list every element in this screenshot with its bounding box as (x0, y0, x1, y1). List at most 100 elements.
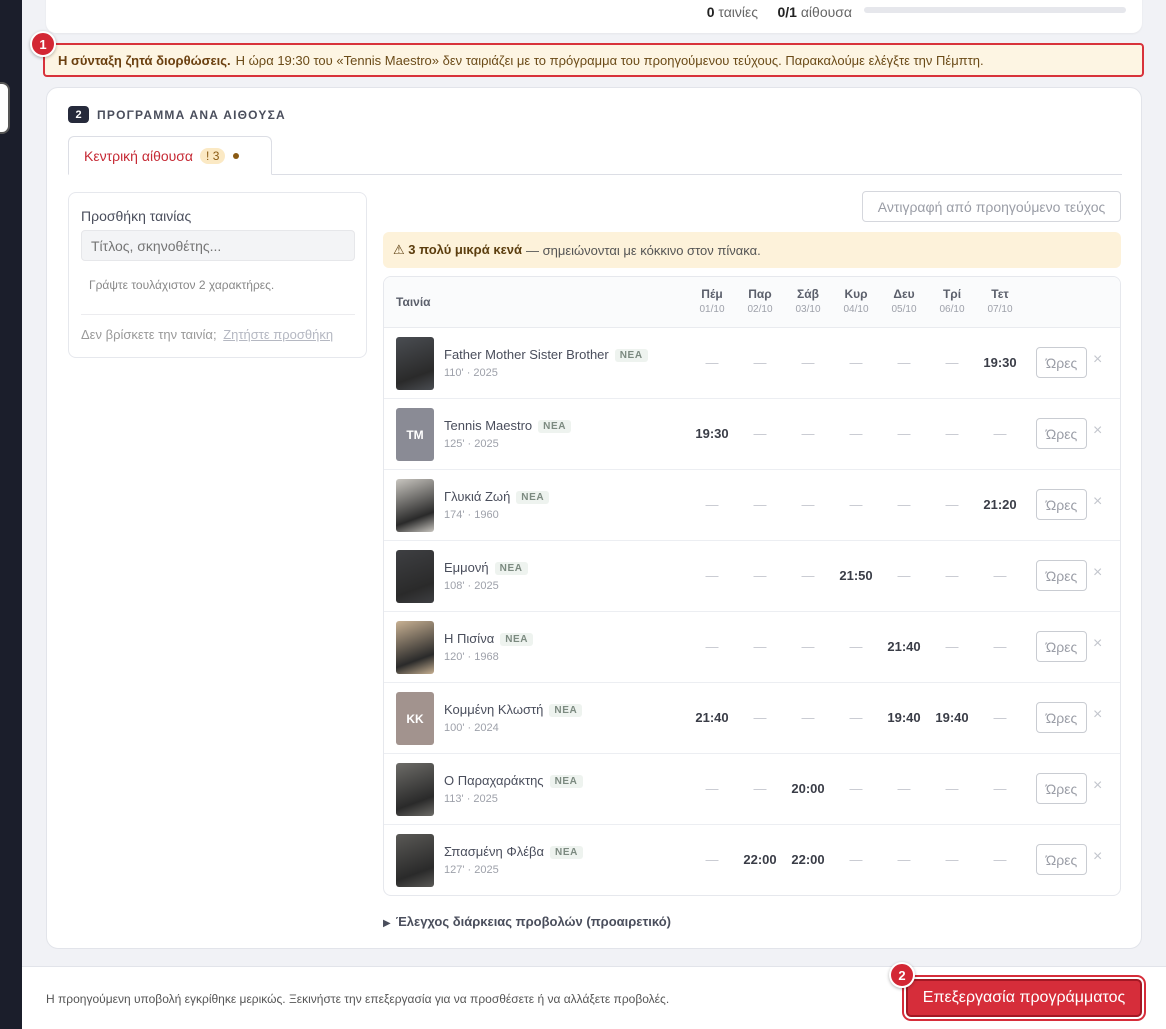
new-badge: ΝΕΑ (500, 633, 534, 646)
empty-cell: — (897, 426, 911, 441)
hours-button[interactable]: Ώρες (1036, 773, 1087, 804)
edit-schedule-button[interactable]: Επεξεργασία προγράμματος (906, 979, 1142, 1017)
empty-cell: — (945, 568, 959, 583)
empty-cell: — (753, 355, 767, 370)
table-row: Γλυκιά Ζωή ΝΕΑ 174' · 1960 — — — — — — 21:20 Ώρες × (384, 470, 1120, 541)
copy-previous-button[interactable]: Αντιγραφή από προηγούμενο τεύχος (862, 191, 1121, 222)
day-name: Πέμ (701, 287, 723, 301)
empty-cell: — (897, 568, 911, 583)
poster-initials: ΚΚ (396, 692, 434, 745)
remove-icon[interactable]: × (1093, 422, 1102, 440)
remove-icon[interactable]: × (1093, 848, 1102, 866)
empty-cell: — (753, 568, 767, 583)
empty-cell: — (801, 710, 815, 725)
empty-cell: — (849, 426, 863, 441)
empty-cell: — (945, 497, 959, 512)
empty-cell: — (705, 852, 719, 867)
remove-icon[interactable]: × (1093, 777, 1102, 795)
films-count: 0 (706, 4, 715, 20)
day-header: Τρί 06/10 (929, 287, 975, 315)
warning-text: — σημειώνονται με κόκκινο στον πίνακα. (525, 242, 761, 258)
day-header: Παρ 02/10 (737, 287, 783, 315)
warning-bold-text: 3 πολύ μικρά κενά (408, 242, 522, 257)
day-date: 07/10 (987, 304, 1013, 315)
table-row: Ο Παραχαράκτης ΝΕΑ 113' · 2025 — — 20:00 — — — — Ώ… (384, 754, 1120, 825)
empty-cell: — (753, 497, 767, 512)
film-title-text: Tennis Maestro (444, 418, 533, 433)
film-title-text: Ο Παραχαράκτης (444, 773, 544, 788)
alert-message: Η ώρα 19:30 του «Tennis Maestro» δεν ται… (235, 52, 984, 68)
empty-cell: — (849, 639, 863, 654)
empty-cell: — (849, 355, 863, 370)
empty-cell: — (801, 355, 815, 370)
day-header: Δευ 05/10 (881, 287, 927, 315)
alert-title: Η σύνταξη ζητά διορθώσεις. (58, 52, 231, 68)
poster-initials: TM (396, 408, 434, 461)
schedule-table: Ταινία Πέμ 01/10 Παρ 02/10 Σάβ 03/10 Κυρ 04/10 Δ… (383, 276, 1121, 896)
section-number: 2 (68, 106, 89, 123)
schedule-card: 2 ΠΡΟΓΡΑΜΜΑ ΑΝΑ ΑΙΘΟΥΣΑ Κεντρική αίθουσα… (46, 87, 1142, 949)
step-badge-1: 1 (30, 31, 56, 57)
film-title: Η Πισίνα ΝΕΑ (444, 631, 534, 647)
film-meta: 174' · 1960 (444, 509, 499, 521)
hours-button[interactable]: Ώρες (1036, 489, 1087, 520)
film-poster (396, 621, 434, 674)
new-badge: ΝΕΑ (549, 704, 583, 717)
remove-icon[interactable]: × (1093, 493, 1102, 511)
new-badge: ΝΕΑ (538, 420, 572, 433)
day-date: 04/10 (843, 304, 869, 315)
film-meta: 100' · 2024 (444, 722, 499, 734)
empty-cell: — (849, 710, 863, 725)
hours-button[interactable]: Ώρες (1036, 631, 1087, 662)
empty-cell: — (945, 639, 959, 654)
table-row: Σπασμένη Φλέβα ΝΕΑ 127' · 2025 — 22:00 22:00 —… (384, 825, 1120, 895)
hours-button[interactable]: Ώρες (1036, 560, 1087, 591)
warning-bold: ⚠ 3 πολύ μικρά κενά (393, 242, 522, 258)
empty-cell: — (897, 355, 911, 370)
empty-cell: — (993, 639, 1007, 654)
empty-cell: — (849, 497, 863, 512)
day-name: Δευ (893, 287, 915, 301)
film-poster: TM (396, 408, 434, 461)
film-poster (396, 550, 434, 603)
hours-button[interactable]: Ώρες (1036, 844, 1087, 875)
remove-icon[interactable]: × (1093, 635, 1102, 653)
day-date: 01/10 (699, 304, 725, 315)
remove-icon[interactable]: × (1093, 351, 1102, 369)
sidebar-toggle[interactable] (0, 82, 10, 134)
duration-check-toggle[interactable]: ▶ Έλεγχος διάρκειας προβολών (προαιρετικό… (383, 914, 671, 929)
hours-button[interactable]: Ώρες (1036, 347, 1087, 378)
showtime-cell: 21:40 (887, 639, 921, 654)
add-film-hint: Γράψτε τουλάχιστον 2 χαρακτήρες. (89, 278, 275, 292)
hours-button[interactable]: Ώρες (1036, 702, 1087, 733)
tab-status-dot (233, 152, 240, 159)
film-meta: 120' · 1968 (444, 651, 499, 663)
film-search-input[interactable] (81, 230, 355, 261)
film-title-text: Κομμένη Κλωστή (444, 702, 544, 717)
tab-issue-count: ! 3 (200, 147, 226, 164)
showtime-cell: 19:30 (983, 355, 1017, 370)
remove-icon[interactable]: × (1093, 706, 1102, 724)
empty-cell: — (753, 710, 767, 725)
rooms-label: αίθουσα (800, 4, 852, 20)
request-film-link[interactable]: Ζητήστε προσθήκη (223, 327, 333, 342)
film-title: Father Mother Sister Brother ΝΕΑ (444, 347, 648, 363)
gaps-warning: ⚠ 3 πολύ μικρά κενά — σημειώνονται με κό… (383, 232, 1121, 268)
film-meta: 110' · 2025 (444, 367, 498, 379)
empty-cell: — (993, 426, 1007, 441)
empty-cell: — (705, 639, 719, 654)
empty-cell: — (801, 639, 815, 654)
table-header: Ταινία Πέμ 01/10 Παρ 02/10 Σάβ 03/10 Κυρ 04/10 Δ… (384, 277, 1120, 328)
empty-cell: — (753, 426, 767, 441)
new-badge: ΝΕΑ (550, 846, 583, 859)
film-title: Γλυκιά Ζωή ΝΕΑ (444, 489, 550, 505)
empty-cell: — (801, 426, 815, 441)
summary-card: 0 ταινίες 0/1 αίθουσα (46, 0, 1142, 33)
remove-icon[interactable]: × (1093, 564, 1102, 582)
section-title: ΠΡΟΓΡΑΜΜΑ ΑΝΑ ΑΙΘΟΥΣΑ (97, 107, 286, 122)
new-badge: ΝΕΑ (614, 349, 648, 362)
film-poster (396, 763, 434, 816)
tab-main-room[interactable]: Κεντρική αίθουσα ! 3 (68, 136, 272, 175)
hours-button[interactable]: Ώρες (1036, 418, 1087, 449)
table-row: Η Πισίνα ΝΕΑ 120' · 1968 — — — — 21:40 — — Ώρες × (384, 612, 1120, 683)
